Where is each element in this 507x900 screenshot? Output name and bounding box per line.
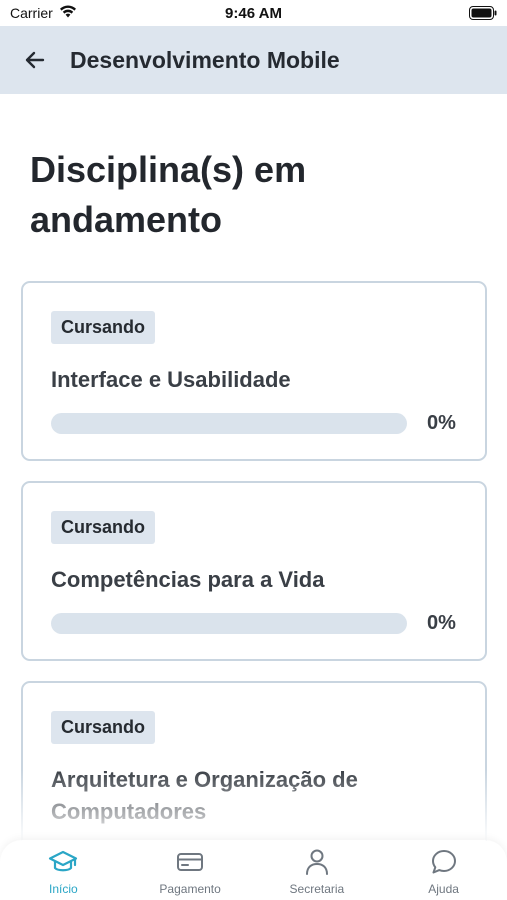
status-badge: Cursando [51,511,156,544]
nav-label: Pagamento [159,882,221,896]
back-button[interactable] [21,46,49,74]
nav-label: Início [49,882,78,896]
progress-percent: 0% [427,612,456,634]
progress-row: 0% [51,412,457,435]
battery-icon [469,6,497,25]
bottom-nav: Início Pagamento Secretaria Ajuda [0,840,507,900]
status-badge: Cursando [51,311,156,344]
app-header: Desenvolvimento Mobile [0,26,507,94]
progress-percent: 0% [427,412,456,434]
arrow-left-icon [25,51,45,69]
course-name: Arquitetura e Organização de Computadore… [51,767,358,824]
progress-bar [51,613,407,634]
nav-item-pagamento[interactable]: Pagamento [130,848,250,896]
nav-item-ajuda[interactable]: Ajuda [384,848,504,896]
nav-item-secretaria[interactable]: Secretaria [257,848,377,896]
person-icon [304,848,330,876]
page-title: Disciplina(s) em andamento [30,149,307,240]
progress-bar [51,413,407,434]
header-title: Desenvolvimento Mobile [70,46,340,73]
credit-card-icon [176,848,204,876]
course-name: Interface e Usabilidade [51,367,291,392]
nav-label: Secretaria [289,882,345,896]
course-card[interactable]: Cursando Competências para a Vida 0% [21,481,487,661]
course-card[interactable]: Cursando Interface e Usabilidade 0% [21,281,487,461]
nav-item-inicio[interactable]: Início [3,848,123,896]
course-name: Competências para a Vida [51,567,325,592]
nav-label: Ajuda [428,882,459,896]
status-time: 9:46 AM [225,5,282,22]
graduation-cap-icon [48,848,78,876]
status-badge: Cursando [51,711,156,744]
status-bar: Carrier 9:46 AM [0,0,507,26]
progress-row: 0% [51,612,457,635]
course-list: Cursando Interface e Usabilidade 0% Curs… [21,281,487,900]
chat-bubble-icon [430,848,458,876]
